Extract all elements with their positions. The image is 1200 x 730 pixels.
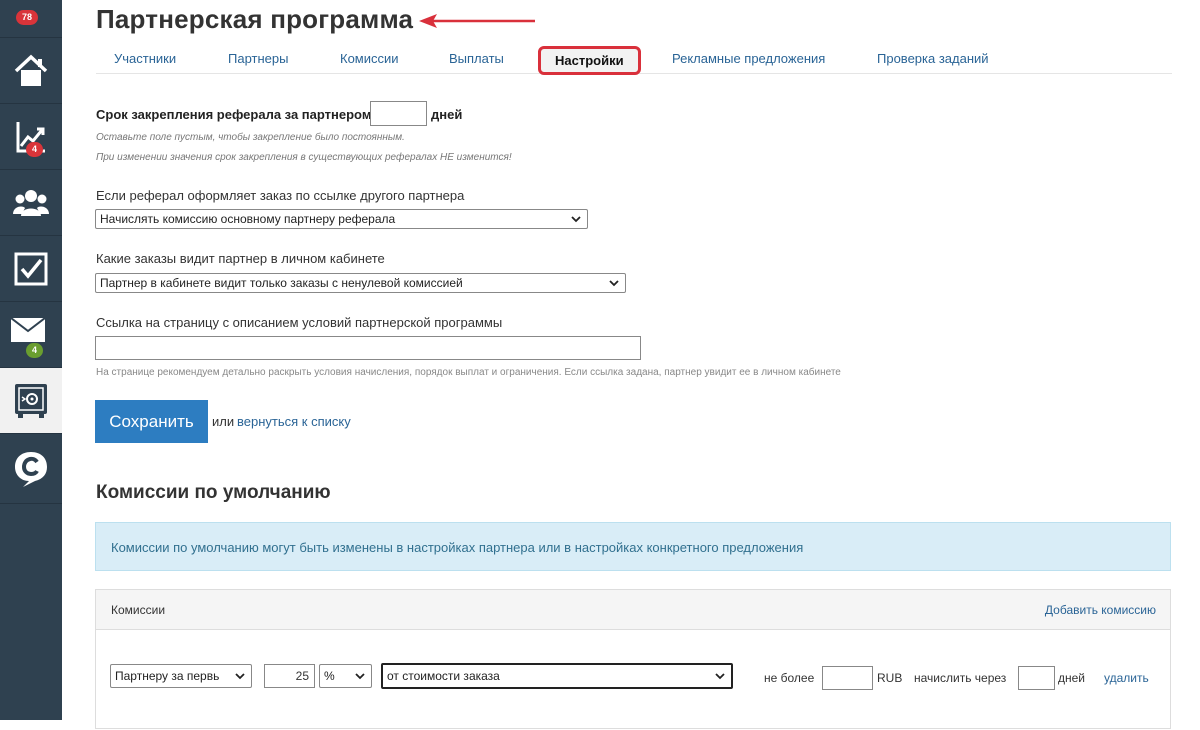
back-to-list-link[interactable]: вернуться к списку bbox=[237, 414, 351, 429]
default-commissions-info: Комиссии по умолчанию могут быть изменен… bbox=[95, 522, 1171, 571]
tab-participants[interactable]: Участники bbox=[114, 51, 176, 66]
commission-recipient-select[interactable]: Партнеру за первь bbox=[110, 664, 252, 688]
tab-payouts[interactable]: Выплаты bbox=[449, 51, 504, 66]
referral-term-label: Срок закрепления реферала за партнером bbox=[96, 107, 372, 122]
referral-term-input[interactable] bbox=[370, 101, 427, 126]
home-icon bbox=[14, 54, 48, 86]
delay-label: начислить через bbox=[914, 671, 1007, 685]
orders-visible-label: Какие заказы видит партнер в личном каби… bbox=[96, 251, 385, 266]
currency-label: RUB bbox=[877, 671, 903, 685]
title-row: Партнерская программа bbox=[96, 4, 537, 35]
page-title: Партнерская программа bbox=[96, 4, 414, 34]
or-text: или bbox=[212, 414, 235, 429]
notifications-badge[interactable]: 78 bbox=[16, 10, 39, 25]
delay-unit: дней bbox=[1058, 671, 1086, 685]
commissions-panel-title: Комиссии bbox=[111, 603, 166, 617]
tasks-icon bbox=[14, 252, 48, 285]
sidebar-top: 78 bbox=[0, 0, 62, 38]
tab-ad-offers[interactable]: Рекламные предложения bbox=[672, 51, 825, 66]
chevron-down-icon bbox=[355, 673, 365, 680]
commission-amount-input[interactable]: 25 bbox=[264, 664, 315, 688]
commission-amount-value: 25 bbox=[295, 669, 309, 683]
max-label: не более bbox=[764, 671, 815, 685]
commission-unit-value: % bbox=[324, 669, 335, 683]
commission-unit-select[interactable]: % bbox=[319, 664, 372, 688]
terms-link-input[interactable] bbox=[95, 336, 641, 360]
save-button[interactable]: Сохранить bbox=[95, 400, 208, 443]
mail-badge: 4 bbox=[26, 343, 44, 358]
sidebar-item-mail[interactable]: 4 bbox=[0, 302, 62, 368]
sidebar: 78 4 4 bbox=[0, 0, 62, 720]
other-partner-link-label: Если реферал оформляет заказ по ссылке д… bbox=[96, 188, 465, 203]
referral-hint-permanent: Оставьте поле пустым, чтобы закрепление … bbox=[96, 132, 405, 143]
main-content: Партнерская программа Участники Партнеры… bbox=[62, 0, 1200, 729]
chevron-down-icon bbox=[235, 673, 245, 680]
commissions-panel: Комиссии Добавить комиссию Партнеру за п… bbox=[95, 589, 1171, 729]
tab-bar: Участники Партнеры Комиссии Выплаты Наст… bbox=[96, 44, 1172, 75]
sidebar-item-home[interactable] bbox=[0, 38, 62, 104]
delay-days-input[interactable] bbox=[1018, 666, 1055, 690]
delete-commission-link[interactable]: удалить bbox=[1104, 671, 1149, 685]
default-commissions-title: Комиссии по умолчанию bbox=[96, 482, 331, 503]
add-commission-link[interactable]: Добавить комиссию bbox=[1045, 603, 1156, 617]
referral-hint-warning: При изменении значения срок закрепления … bbox=[96, 152, 512, 163]
sidebar-item-affiliate[interactable] bbox=[0, 368, 62, 434]
tab-task-review[interactable]: Проверка заданий bbox=[877, 51, 989, 66]
max-amount-input[interactable] bbox=[822, 666, 873, 690]
commission-recipient-value: Партнеру за первь bbox=[115, 669, 220, 683]
tab-partners[interactable]: Партнеры bbox=[228, 51, 288, 66]
terms-link-hint: На странице рекомендуем детально раскрыт… bbox=[96, 367, 841, 378]
orders-visible-select[interactable]: Партнер в кабинете видит только заказы с… bbox=[95, 273, 626, 293]
sidebar-item-stats[interactable]: 4 bbox=[0, 104, 62, 170]
commission-base-value: от стоимости заказа bbox=[387, 669, 500, 683]
sidebar-item-users[interactable] bbox=[0, 170, 62, 236]
sidebar-item-chat[interactable] bbox=[0, 434, 62, 504]
other-partner-link-select[interactable]: Начислять комиссию основному партнеру ре… bbox=[95, 209, 588, 229]
orders-visible-value: Партнер в кабинете видит только заказы с… bbox=[100, 276, 463, 290]
arrow-annotation bbox=[419, 13, 536, 28]
commission-base-select[interactable]: от стоимости заказа bbox=[381, 663, 733, 689]
safe-icon bbox=[15, 383, 47, 418]
commission-row: Партнеру за первь 25 % от стоимости зака… bbox=[96, 630, 1170, 730]
chevron-down-icon bbox=[715, 673, 725, 680]
tab-commissions[interactable]: Комиссии bbox=[340, 51, 399, 66]
chat-icon bbox=[15, 451, 47, 487]
stats-badge: 4 bbox=[26, 142, 44, 157]
terms-link-label: Ссылка на страницу с описанием условий п… bbox=[96, 315, 503, 330]
tab-settings[interactable]: Настройки bbox=[538, 46, 641, 75]
chevron-down-icon bbox=[571, 216, 581, 223]
sidebar-item-tasks[interactable] bbox=[0, 236, 62, 302]
commissions-panel-header: Комиссии Добавить комиссию bbox=[96, 590, 1170, 630]
chevron-down-icon bbox=[609, 280, 619, 287]
referral-term-unit: дней bbox=[431, 107, 463, 122]
other-partner-link-value: Начислять комиссию основному партнеру ре… bbox=[100, 212, 396, 226]
users-icon bbox=[13, 189, 49, 216]
mail-icon bbox=[11, 317, 45, 342]
